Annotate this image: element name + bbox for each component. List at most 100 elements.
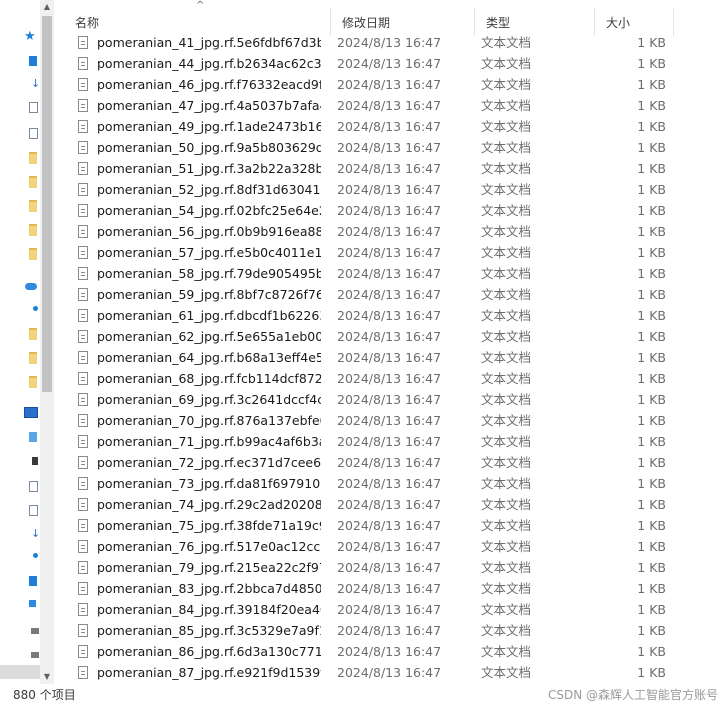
- file-row[interactable]: pomeranian_72_jpg.rf.ec371d7cee6a... 2024…: [64, 452, 728, 473]
- 3d-objects-icon[interactable]: [29, 432, 37, 442]
- file-name: pomeranian_54_jpg.rf.02bfc25e64e2a...: [97, 203, 321, 218]
- pictures-icon[interactable]: [29, 128, 38, 139]
- text-file-icon: [78, 99, 88, 112]
- file-row[interactable]: pomeranian_76_jpg.rf.517e0ac12cc61... 202…: [64, 536, 728, 557]
- desktop-icon[interactable]: [29, 576, 37, 586]
- file-size: 1 KB: [637, 371, 666, 386]
- folder-icon[interactable]: [29, 152, 37, 164]
- onedrive-cloud-icon[interactable]: [25, 283, 37, 290]
- file-type: 文本文档: [481, 539, 532, 554]
- file-size: 1 KB: [637, 182, 666, 197]
- file-name: pomeranian_49_jpg.rf.1ade2473b163...: [97, 119, 321, 134]
- file-row[interactable]: pomeranian_85_jpg.rf.3c5329e7a9f14... 202…: [64, 620, 728, 641]
- file-row[interactable]: pomeranian_62_jpg.rf.5e655a1eb003... 2024…: [64, 326, 728, 347]
- file-row[interactable]: pomeranian_59_jpg.rf.8bf7c8726f767... 202…: [64, 284, 728, 305]
- file-type: 文本文档: [481, 245, 532, 260]
- file-name: pomeranian_74_jpg.rf.29c2ad202080...: [97, 497, 321, 512]
- text-file-icon: [78, 519, 88, 532]
- file-name: pomeranian_44_jpg.rf.b2634ac62c39...: [97, 56, 321, 71]
- file-row[interactable]: pomeranian_87_jpg.rf.e921f9d1539f8... 202…: [64, 662, 728, 683]
- file-date: 2024/8/13 16:47: [337, 434, 442, 449]
- file-size: 1 KB: [637, 434, 666, 449]
- file-row[interactable]: pomeranian_69_jpg.rf.3c2641dccf4c2... 202…: [64, 389, 728, 410]
- text-file-icon: [78, 582, 88, 595]
- file-row[interactable]: pomeranian_58_jpg.rf.79de905495b4... 2024…: [64, 263, 728, 284]
- file-date: 2024/8/13 16:47: [337, 497, 442, 512]
- file-row[interactable]: pomeranian_83_jpg.rf.2bbca7d48508... 2024…: [64, 578, 728, 599]
- file-name: pomeranian_51_jpg.rf.3a2b22a328bf...: [97, 161, 321, 176]
- onedrive-item-icon[interactable]: [33, 306, 38, 311]
- folder-icon[interactable]: [29, 248, 37, 260]
- file-name: pomeranian_71_jpg.rf.b99ac4af6b3af...: [97, 434, 321, 449]
- file-row[interactable]: pomeranian_49_jpg.rf.1ade2473b163... 2024…: [64, 116, 728, 137]
- file-row[interactable]: pomeranian_75_jpg.rf.38fde71a19c99... 202…: [64, 515, 728, 536]
- file-row[interactable]: pomeranian_47_jpg.rf.4a5037b7afa4... 2024…: [64, 95, 728, 116]
- file-date: 2024/8/13 16:47: [337, 329, 442, 344]
- status-bar: 880 个项目 CSDN @森辉人工智能官方账号: [0, 684, 728, 706]
- file-row[interactable]: pomeranian_68_jpg.rf.fcb114dcf8721... 202…: [64, 368, 728, 389]
- file-row[interactable]: pomeranian_57_jpg.rf.e5b0c4011e19... 2024…: [64, 242, 728, 263]
- file-name: pomeranian_72_jpg.rf.ec371d7cee6a...: [97, 455, 321, 470]
- text-file-icon: [78, 456, 88, 469]
- pictures-icon[interactable]: [29, 481, 38, 492]
- file-name: pomeranian_41_jpg.rf.5e6fdbf67d3b3...: [97, 35, 321, 50]
- folder-icon[interactable]: [29, 200, 37, 212]
- music-icon[interactable]: [33, 553, 38, 558]
- file-row[interactable]: pomeranian_73_jpg.rf.da81f6979101... 2024…: [64, 473, 728, 494]
- scrollbar-thumb[interactable]: [42, 16, 52, 392]
- file-row[interactable]: pomeranian_84_jpg.rf.39184f20ea40f... 202…: [64, 599, 728, 620]
- file-name: pomeranian_62_jpg.rf.5e655a1eb003...: [97, 329, 321, 344]
- file-size: 1 KB: [637, 119, 666, 134]
- documents-icon[interactable]: [29, 505, 38, 516]
- nav-selection-highlight: [0, 665, 40, 679]
- windows-icon[interactable]: [29, 600, 36, 607]
- nav-scrollbar[interactable]: ▲ ▼: [40, 0, 54, 684]
- file-row[interactable]: pomeranian_46_jpg.rf.f76332eacd9f1... 202…: [64, 74, 728, 95]
- drive-icon[interactable]: [31, 628, 39, 634]
- folder-icon[interactable]: [29, 352, 37, 364]
- scroll-up-icon[interactable]: ▲: [40, 0, 54, 14]
- folder-icon[interactable]: [29, 176, 37, 188]
- this-pc-icon[interactable]: [24, 407, 38, 418]
- folder-icon[interactable]: [29, 328, 37, 340]
- file-row[interactable]: pomeranian_44_jpg.rf.b2634ac62c39... 2024…: [64, 53, 728, 74]
- file-row[interactable]: pomeranian_64_jpg.rf.b68a13eff4e5d... 202…: [64, 347, 728, 368]
- file-row[interactable]: pomeranian_52_jpg.rf.8df31d63041b... 2024…: [64, 179, 728, 200]
- folder-icon[interactable]: [29, 224, 37, 236]
- file-date: 2024/8/13 16:47: [337, 644, 442, 659]
- text-file-icon: [78, 414, 88, 427]
- file-name: pomeranian_69_jpg.rf.3c2641dccf4c2...: [97, 392, 321, 407]
- file-row[interactable]: pomeranian_56_jpg.rf.0b9b916ea884... 2024…: [64, 221, 728, 242]
- scroll-down-icon[interactable]: ▼: [40, 670, 54, 684]
- text-file-icon: [78, 162, 88, 175]
- file-row[interactable]: pomeranian_41_jpg.rf.5e6fdbf67d3b3... 202…: [64, 32, 728, 53]
- file-row[interactable]: pomeranian_50_jpg.rf.9a5b803629d8... 2024…: [64, 137, 728, 158]
- file-date: 2024/8/13 16:47: [337, 35, 442, 50]
- desktop-icon[interactable]: [29, 56, 37, 66]
- text-file-icon: [78, 435, 88, 448]
- file-row[interactable]: pomeranian_54_jpg.rf.02bfc25e64e2a... 202…: [64, 200, 728, 221]
- quick-access-star-icon[interactable]: ★: [24, 30, 36, 44]
- file-name: pomeranian_85_jpg.rf.3c5329e7a9f14...: [97, 623, 321, 638]
- file-row[interactable]: pomeranian_74_jpg.rf.29c2ad202080... 2024…: [64, 494, 728, 515]
- file-type: 文本文档: [481, 119, 532, 134]
- file-date: 2024/8/13 16:47: [337, 665, 442, 680]
- file-row[interactable]: pomeranian_79_jpg.rf.215ea22c2f975... 202…: [64, 557, 728, 578]
- file-row[interactable]: pomeranian_71_jpg.rf.b99ac4af6b3af... 202…: [64, 431, 728, 452]
- file-row[interactable]: pomeranian_51_jpg.rf.3a2b22a328bf... 2024…: [64, 158, 728, 179]
- file-type: 文本文档: [481, 35, 532, 50]
- text-file-icon: [78, 78, 88, 91]
- drive-icon[interactable]: [31, 652, 39, 658]
- videos-icon[interactable]: [32, 457, 38, 465]
- folder-icon[interactable]: [29, 376, 37, 388]
- file-row[interactable]: pomeranian_86_jpg.rf.6d3a130c771b... 2024…: [64, 641, 728, 662]
- file-type: 文本文档: [481, 350, 532, 365]
- documents-icon[interactable]: [29, 102, 38, 113]
- file-size: 1 KB: [637, 413, 666, 428]
- file-row[interactable]: pomeranian_70_jpg.rf.876a137ebfe0... 2024…: [64, 410, 728, 431]
- file-row[interactable]: pomeranian_61_jpg.rf.dbcdf1b62263... 2024…: [64, 305, 728, 326]
- file-date: 2024/8/13 16:47: [337, 224, 442, 239]
- file-date: 2024/8/13 16:47: [337, 623, 442, 638]
- file-date: 2024/8/13 16:47: [337, 455, 442, 470]
- text-file-icon: [78, 540, 88, 553]
